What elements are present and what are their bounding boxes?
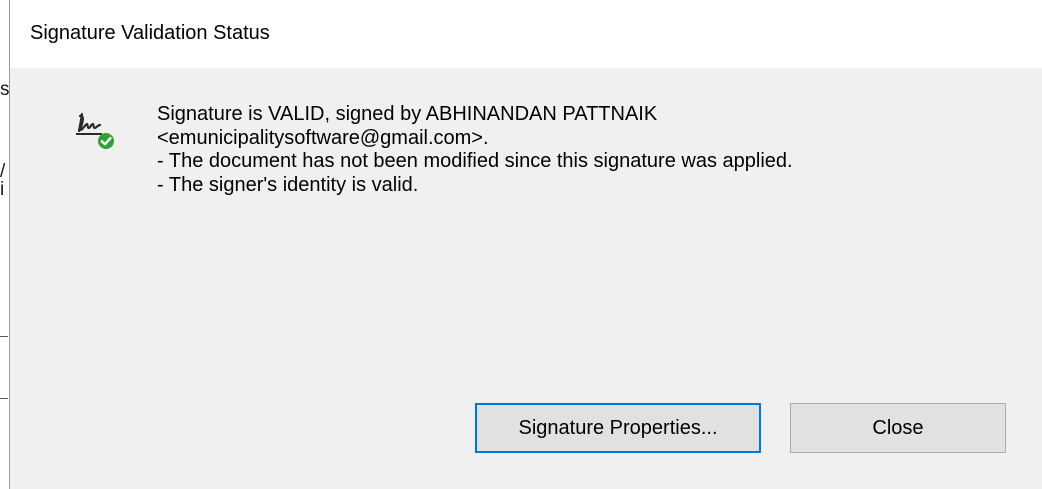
dialog-titlebar[interactable]: Signature Validation Status [10, 0, 1042, 68]
background-divider [0, 398, 8, 399]
dialog-title: Signature Validation Status [30, 22, 270, 44]
screen: s / i Signature Validation Status Signat… [0, 0, 1042, 489]
close-button[interactable]: Close [790, 403, 1006, 453]
signature-valid-icon [74, 110, 118, 154]
signature-validation-dialog: Signature Validation Status Signature is… [10, 0, 1042, 489]
background-divider [0, 336, 8, 337]
signature-properties-button[interactable]: Signature Properties... [475, 403, 761, 453]
message-line-unmodified: - The document has not been modified sin… [157, 150, 793, 172]
validation-message: Signature is VALID, signed by ABHINANDAN… [157, 103, 793, 197]
message-line-status: Signature is VALID, signed by ABHINANDAN… [157, 103, 658, 125]
message-line-email: <emunicipalitysoftware@gmail.com>. [157, 126, 489, 149]
message-line-identity: - The signer's identity is valid. [157, 173, 419, 196]
